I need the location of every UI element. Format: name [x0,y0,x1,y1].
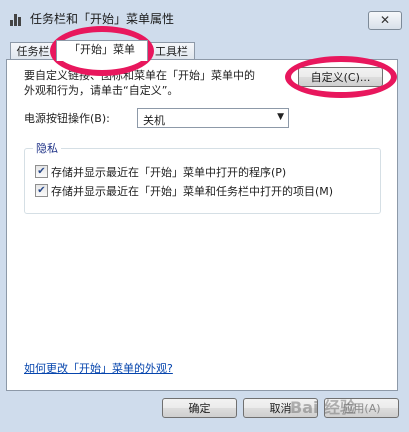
watermark: Bai 经验 [290,398,357,417]
privacy-group-title: 隐私 [33,140,61,156]
taskbar-properties-icon [10,12,24,26]
recent-programs-label: 存储并显示最近在「开始」菜单中打开的程序(P) [51,166,287,179]
tab-start-menu[interactable]: 「开始」菜单 [56,40,148,61]
title-bar: 任务栏和「开始」菜单属性 ✕ [0,0,409,32]
customize-description: 要自定义链接、图标和菜单在「开始」菜单中的 外观和行为，请单击“自定义”。 [24,69,255,97]
recent-items-label: 存储并显示最近在「开始」菜单和任务栏中打开的项目(M) [51,185,334,198]
ok-button[interactable]: 确定 [162,398,237,418]
close-icon: ✕ [379,13,391,27]
power-button-label: 电源按钮操作(B): [24,112,110,125]
close-button[interactable]: ✕ [368,11,402,30]
window-title: 任务栏和「开始」菜单属性 [30,12,175,26]
power-action-select[interactable]: 关机 ▼ [137,108,289,128]
power-action-value: 关机 [143,114,165,127]
recent-items-checkbox[interactable]: ✔ [35,184,48,197]
customize-button[interactable]: 自定义(C)... [298,67,383,87]
chevron-down-icon: ▼ [277,112,284,122]
help-link[interactable]: 如何更改「开始」菜单的外观? [24,360,173,376]
recent-programs-checkbox[interactable]: ✔ [35,165,48,178]
privacy-group [24,148,381,214]
